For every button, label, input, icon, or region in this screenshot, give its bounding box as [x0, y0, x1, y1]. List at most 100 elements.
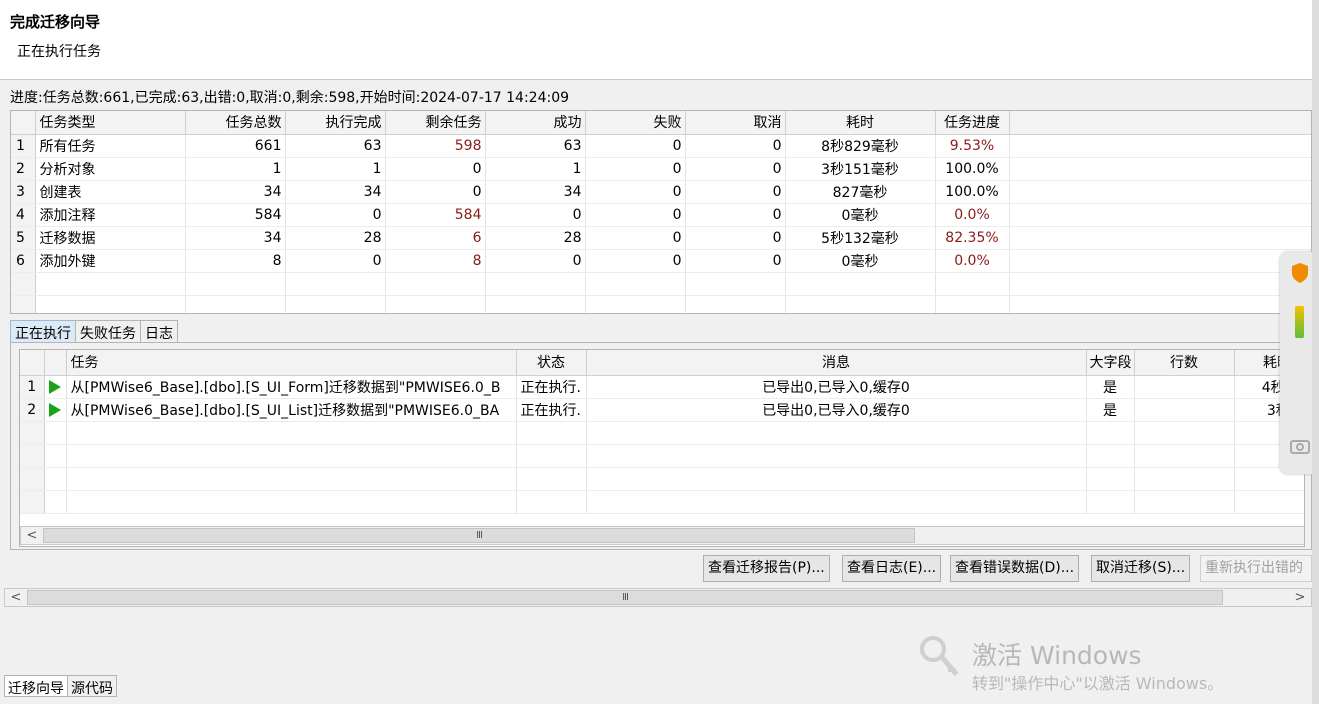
table-row[interactable]: 2 分析对象 1 1 0 1 0 0 3秒151毫秒 100.0%	[11, 157, 1311, 181]
scroll-thumb[interactable]: III	[43, 528, 915, 543]
cell-elapsed: 5秒132毫秒	[785, 226, 936, 250]
tab-running[interactable]: 正在执行	[10, 320, 76, 342]
cell-failed: 0	[585, 249, 686, 273]
col-header-success[interactable]: 成功	[485, 111, 586, 135]
col-header-filler	[1009, 111, 1311, 135]
col-header-lob[interactable]: 大字段	[1086, 350, 1135, 376]
table-row[interactable]: 2 从[PMWise6_Base].[dbo].[S_UI_List]迁移数据到…	[20, 398, 1304, 422]
cell-progress: 82.35%	[935, 226, 1010, 250]
page-hscrollbar[interactable]: < III >	[4, 588, 1312, 607]
activation-title: 激活 Windows	[972, 641, 1142, 670]
cell-cancelled: 0	[685, 157, 786, 181]
cell-task-type: 添加外键	[35, 249, 186, 273]
cell-progress: 9.53%	[935, 134, 1010, 158]
cell-failed: 0	[585, 226, 686, 250]
cell-task: 从[PMWise6_Base].[dbo].[S_UI_List]迁移数据到"P…	[66, 398, 517, 422]
cell-total: 584	[185, 203, 286, 227]
cell-done: 0	[285, 249, 386, 273]
col-header-cancelled[interactable]: 取消	[685, 111, 786, 135]
cell-task: 从[PMWise6_Base].[dbo].[S_UI_Form]迁移数据到"P…	[66, 375, 517, 399]
view-log-button[interactable]: 查看日志(E)...	[842, 555, 942, 582]
col-header-task[interactable]: 任务	[66, 350, 517, 376]
table-row[interactable]: 1 从[PMWise6_Base].[dbo].[S_UI_Form]迁移数据到…	[20, 375, 1304, 399]
scroll-thumb[interactable]: III	[27, 590, 1223, 605]
cell-task-type: 添加注释	[35, 203, 186, 227]
cancel-migration-button[interactable]: 取消迁移(S)...	[1091, 555, 1191, 582]
row-number: 3	[11, 180, 36, 204]
key-icon	[920, 636, 959, 677]
table-row[interactable]: 3 创建表 34 34 0 34 0 0 827毫秒 100.0%	[11, 180, 1311, 204]
summary-header-row: 任务类型 任务总数 执行完成 剩余任务 成功 失败 取消 耗时 任务进度	[11, 111, 1311, 135]
cell-elapsed: 0毫秒	[785, 249, 936, 273]
view-error-data-button[interactable]: 查看错误数据(D)...	[950, 555, 1080, 582]
running-header-row: 任务 状态 消息 大字段 行数 耗时	[20, 350, 1304, 376]
scroll-right-icon[interactable]: >	[1291, 589, 1309, 606]
cell-cancelled: 0	[685, 134, 786, 158]
tab-failed-tasks[interactable]: 失败任务	[75, 320, 141, 342]
cell-done: 0	[285, 203, 386, 227]
cell-success: 1	[485, 157, 586, 181]
detail-tabs: 正在执行 失败任务 日志	[10, 320, 178, 342]
window-right-edge	[1312, 0, 1319, 704]
col-header-task-type[interactable]: 任务类型	[35, 111, 186, 135]
cell-success: 0	[485, 203, 586, 227]
cell-task-type: 迁移数据	[35, 226, 186, 250]
wizard-subtitle: 正在执行任务	[17, 44, 101, 60]
cell-progress: 0.0%	[935, 203, 1010, 227]
rerun-failed-button[interactable]: 重新执行出错的	[1200, 555, 1312, 582]
col-header-row-count[interactable]: 行数	[1134, 350, 1235, 376]
cell-remaining: 598	[385, 134, 486, 158]
row-number-header	[20, 350, 45, 376]
running-tasks-table: 任务 状态 消息 大字段 行数 耗时 1 从[PMWise6_Base].[db…	[19, 349, 1305, 547]
scroll-left-icon[interactable]: <	[7, 589, 25, 606]
view-migration-report-button[interactable]: 查看迁移报告(P)...	[703, 555, 830, 582]
col-header-done[interactable]: 执行完成	[285, 111, 386, 135]
cell-done: 28	[285, 226, 386, 250]
col-header-remaining[interactable]: 剩余任务	[385, 111, 486, 135]
wizard-title: 完成迁移向导	[10, 13, 101, 31]
running-table-hscrollbar[interactable]: < III	[20, 526, 1304, 545]
cell-remaining: 584	[385, 203, 486, 227]
col-header-status[interactable]: 状态	[516, 350, 587, 376]
cell-filler	[1009, 249, 1311, 273]
cell-task-type: 所有任务	[35, 134, 186, 158]
cell-filler	[1009, 180, 1311, 204]
row-number: 2	[11, 157, 36, 181]
col-header-progress[interactable]: 任务进度	[935, 111, 1010, 135]
progress-summary-text: 进度:任务总数:661,已完成:63,出错:0,取消:0,剩余:598,开始时间…	[10, 90, 570, 106]
empty-row	[20, 467, 1304, 491]
cell-done: 34	[285, 180, 386, 204]
cell-status: 正在执行.	[516, 398, 587, 422]
table-row[interactable]: 6 添加外键 8 0 8 0 0 0 0毫秒 0.0%	[11, 249, 1311, 273]
cell-failed: 0	[585, 134, 686, 158]
cell-cancelled: 0	[685, 203, 786, 227]
row-number: 1	[11, 134, 36, 158]
row-number: 1	[20, 375, 45, 399]
row-number: 5	[11, 226, 36, 250]
cell-row-count	[1134, 375, 1235, 399]
col-header-elapsed[interactable]: 耗时	[785, 111, 936, 135]
table-row[interactable]: 5 迁移数据 34 28 6 28 0 0 5秒132毫秒 82.35%	[11, 226, 1311, 250]
cell-task-type: 分析对象	[35, 157, 186, 181]
tab-source-code[interactable]: 源代码	[67, 675, 117, 697]
tab-migration-wizard[interactable]: 迁移向导	[4, 675, 68, 697]
cell-remaining: 6	[385, 226, 486, 250]
cell-failed: 0	[585, 157, 686, 181]
cell-elapsed: 827毫秒	[785, 180, 936, 204]
cell-elapsed: 3秒151毫秒	[785, 157, 936, 181]
cell-filler	[1009, 203, 1311, 227]
tab-log[interactable]: 日志	[140, 320, 178, 342]
cell-filler	[1009, 226, 1311, 250]
table-row[interactable]: 4 添加注释 584 0 584 0 0 0 0毫秒 0.0%	[11, 203, 1311, 227]
cell-remaining: 8	[385, 249, 486, 273]
col-header-total[interactable]: 任务总数	[185, 111, 286, 135]
col-header-message[interactable]: 消息	[586, 350, 1087, 376]
editor-bottom-tabs: 迁移向导 源代码	[4, 675, 117, 697]
shield-icon	[1292, 263, 1308, 283]
cell-progress: 100.0%	[935, 180, 1010, 204]
cell-success: 28	[485, 226, 586, 250]
row-number: 6	[11, 249, 36, 273]
scroll-left-icon[interactable]: <	[23, 527, 41, 544]
table-row[interactable]: 1 所有任务 661 63 598 63 0 0 8秒829毫秒 9.53%	[11, 134, 1311, 158]
col-header-failed[interactable]: 失败	[585, 111, 686, 135]
